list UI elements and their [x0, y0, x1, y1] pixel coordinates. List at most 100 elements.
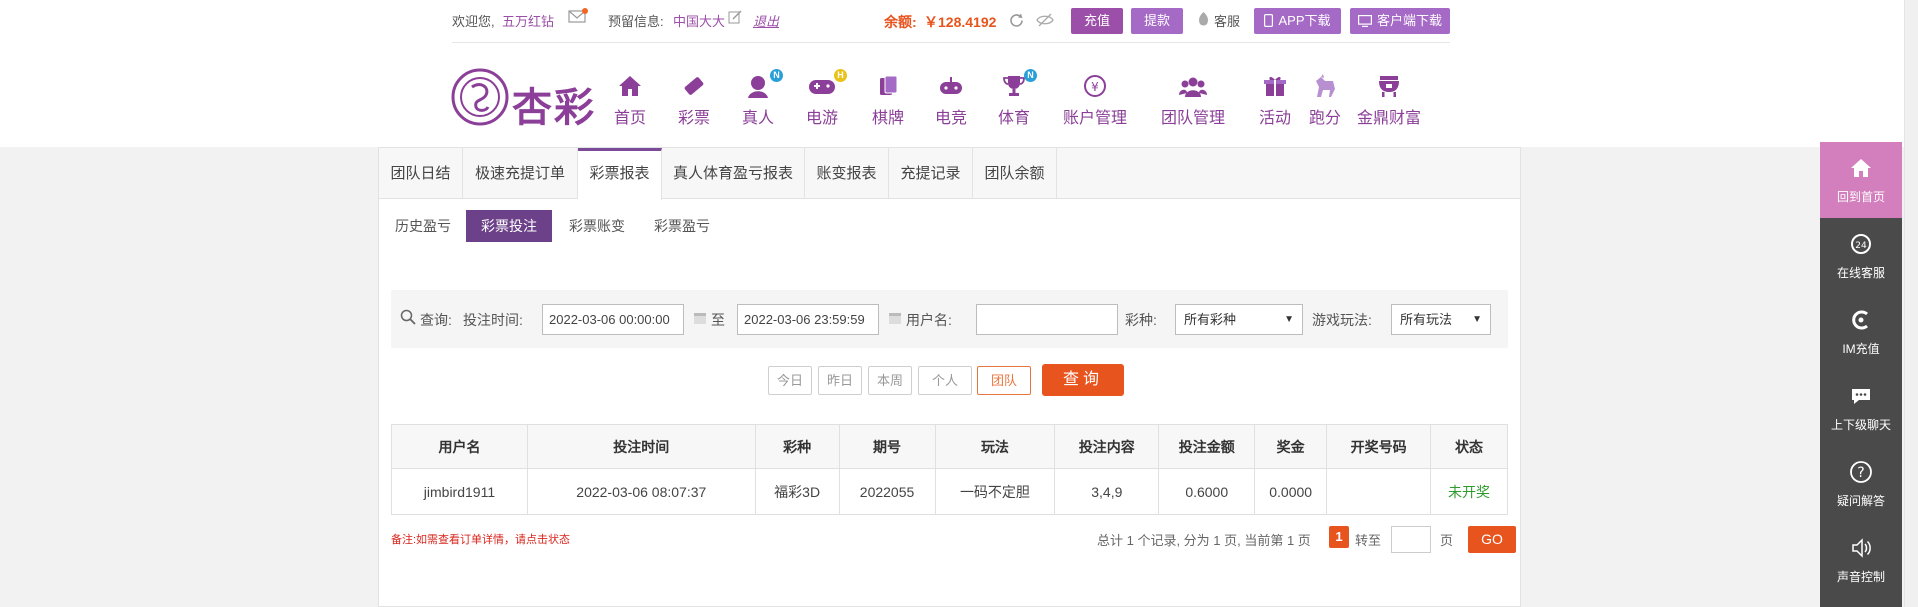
play-type-select[interactable]: 所有玩法 ▼ — [1391, 304, 1491, 335]
end-time-input[interactable]: 2022-03-06 23:59:59 — [737, 304, 879, 335]
nav-live-badge: N — [770, 69, 783, 82]
tab-lottery-report[interactable]: 彩票报表 — [578, 148, 662, 200]
chevron-down-icon: ▼ — [1472, 314, 1482, 325]
service-icon[interactable] — [1196, 11, 1211, 30]
nav-home[interactable]: 首页 — [614, 73, 646, 128]
withdraw-button[interactable]: 提款 — [1131, 8, 1183, 34]
top-bar: 欢迎您, 五万红钻 预留信息: 中国大大 退出 余额: ￥128.4192 充值… — [0, 0, 1918, 43]
start-time-input[interactable]: 2022-03-06 00:00:00 — [542, 304, 684, 335]
end-calendar-icon[interactable] — [888, 311, 902, 328]
balance-value: ￥128.4192 — [924, 14, 997, 30]
table-header-row: 用户名 投注时间 彩种 期号 玩法 投注内容 投注金额 奖金 开奖号码 状态 — [391, 424, 1508, 469]
brand-logo[interactable]: 杏彩 — [450, 65, 605, 130]
status-link[interactable]: 未开奖 — [1430, 468, 1508, 515]
nav-sports-badge: N — [1024, 69, 1037, 82]
edit-icon[interactable] — [728, 10, 742, 27]
page-label: 页 — [1440, 533, 1454, 548]
nav-esports-label: 电竞 — [935, 110, 968, 127]
query-bar: 查询: 投注时间: 2022-03-06 00:00:00 至 2022-03-… — [391, 290, 1508, 348]
cell-amount: 0.6000 — [1158, 468, 1256, 515]
refresh-icon[interactable] — [1008, 12, 1025, 32]
rail-im-recharge-label: IM充值 — [1842, 342, 1880, 356]
tab-team-daily[interactable]: 团队日结 — [379, 148, 463, 199]
subtab-history-pnl[interactable]: 历史盈亏 — [385, 210, 461, 242]
table-row: jimbird1911 2022-03-06 08:07:37 福彩3D 202… — [391, 468, 1508, 515]
nav-sports-label: 体育 — [998, 110, 1031, 127]
rail-faq-label: 疑问解答 — [1836, 494, 1885, 508]
svg-text:?: ? — [1857, 465, 1864, 481]
this-week-button[interactable]: 本周 — [868, 366, 912, 395]
top-bar-inner: 欢迎您, 五万红钻 预留信息: 中国大大 退出 余额: ￥128.4192 充值… — [452, 0, 1450, 43]
nav-activity[interactable]: 活动 — [1259, 73, 1291, 128]
nav-account[interactable]: ¥ 账户管理 — [1063, 73, 1127, 128]
app-download-label: APP下载 — [1278, 13, 1331, 28]
nav-team[interactable]: 团队管理 — [1161, 73, 1225, 128]
logo-emblem-icon — [451, 68, 509, 126]
nav-lottery[interactable]: 彩票 — [678, 73, 710, 128]
nav-egame-label: 电游 — [806, 110, 839, 127]
to-label: 至 — [711, 312, 725, 328]
client-download-button[interactable]: 客户端下载 — [1350, 8, 1450, 34]
phone-icon — [1264, 10, 1274, 36]
nav-wealth[interactable]: 金鼎财富 — [1357, 73, 1421, 128]
cell-username: jimbird1911 — [391, 468, 528, 515]
username-link[interactable]: 五万红钻 — [502, 11, 554, 30]
col-draw-number: 开奖号码 — [1326, 424, 1432, 469]
rail-back-home[interactable]: 回到首页 — [1820, 142, 1902, 218]
subtab-lottery-changes[interactable]: 彩票账变 — [557, 210, 637, 242]
nav-esports[interactable]: 电竞 — [935, 73, 967, 128]
tab-live-sports-report[interactable]: 真人体育盈亏报表 — [662, 148, 805, 199]
tab-balance-change[interactable]: 账变报表 — [805, 148, 889, 199]
cell-content: 3,4,9 — [1054, 468, 1160, 515]
lottery-type-select[interactable]: 所有彩种 ▼ — [1175, 304, 1303, 335]
rail-online-service[interactable]: 24 在线客服 — [1820, 218, 1902, 294]
service-link[interactable]: 客服 — [1214, 11, 1240, 30]
current-page-button[interactable]: 1 — [1329, 526, 1349, 548]
go-button[interactable]: GO — [1468, 526, 1516, 553]
subtab-lottery-bets[interactable]: 彩票投注 — [466, 210, 552, 242]
col-issue: 期号 — [838, 424, 936, 469]
support-24-icon: 24 — [1820, 232, 1902, 258]
tab-deposit-records[interactable]: 充提记录 — [889, 148, 973, 199]
tab-team-balance[interactable]: 团队余额 — [973, 148, 1057, 199]
question-icon: ? — [1820, 460, 1902, 486]
nav-chess-label: 棋牌 — [872, 110, 905, 127]
team-button[interactable]: 团队 — [977, 366, 1031, 395]
logout-link[interactable]: 退出 — [753, 11, 779, 30]
account-icon: ¥ — [1063, 73, 1127, 101]
rail-sound[interactable]: 声音控制 — [1820, 522, 1902, 598]
app-download-button[interactable]: APP下载 — [1254, 8, 1341, 34]
cell-lottery: 福彩3D — [754, 468, 840, 515]
subtab-lottery-pnl[interactable]: 彩票盈亏 — [642, 210, 722, 242]
lottery-type-value: 所有彩种 — [1184, 312, 1237, 327]
rail-back-home-label: 回到首页 — [1836, 190, 1885, 204]
search-icon — [400, 309, 416, 328]
gift-icon — [1259, 73, 1291, 101]
tab-fast-orders[interactable]: 极速充提订单 — [463, 148, 578, 199]
page-scrollbar[interactable] — [1904, 0, 1918, 607]
search-button[interactable]: 查询 — [1042, 364, 1124, 396]
rail-chat[interactable]: 上下级聊天 — [1820, 370, 1902, 446]
rail-im-recharge[interactable]: IM充值 — [1820, 294, 1902, 370]
nav-wealth-label: 金鼎财富 — [1357, 110, 1422, 127]
nav-live[interactable]: N 真人 — [742, 69, 783, 128]
nav-egame-badge: H — [834, 69, 847, 82]
yesterday-button[interactable]: 昨日 — [818, 366, 862, 395]
report-panel: 团队日结 极速充提订单 彩票报表 真人体育盈亏报表 账变报表 充提记录 团队余额… — [378, 147, 1521, 607]
personal-button[interactable]: 个人 — [918, 366, 972, 395]
nav-sports[interactable]: N 体育 — [998, 69, 1037, 128]
today-button[interactable]: 今日 — [768, 366, 812, 395]
nav-egame[interactable]: H 电游 — [806, 69, 847, 128]
nav-run[interactable]: 跑分 — [1309, 73, 1341, 128]
page-number-input[interactable] — [1391, 526, 1431, 553]
play-type-value: 所有玩法 — [1400, 312, 1453, 327]
username-input[interactable] — [976, 304, 1118, 335]
mail-icon[interactable] — [568, 8, 588, 27]
start-calendar-icon[interactable] — [693, 311, 707, 328]
hide-eye-icon[interactable] — [1036, 12, 1054, 31]
rail-faq[interactable]: ? 疑问解答 — [1820, 446, 1902, 522]
dealer-icon: N — [742, 69, 783, 101]
chevron-down-icon: ▼ — [1284, 314, 1294, 325]
recharge-button[interactable]: 充值 — [1071, 8, 1123, 34]
nav-chess[interactable]: 棋牌 — [872, 73, 904, 128]
